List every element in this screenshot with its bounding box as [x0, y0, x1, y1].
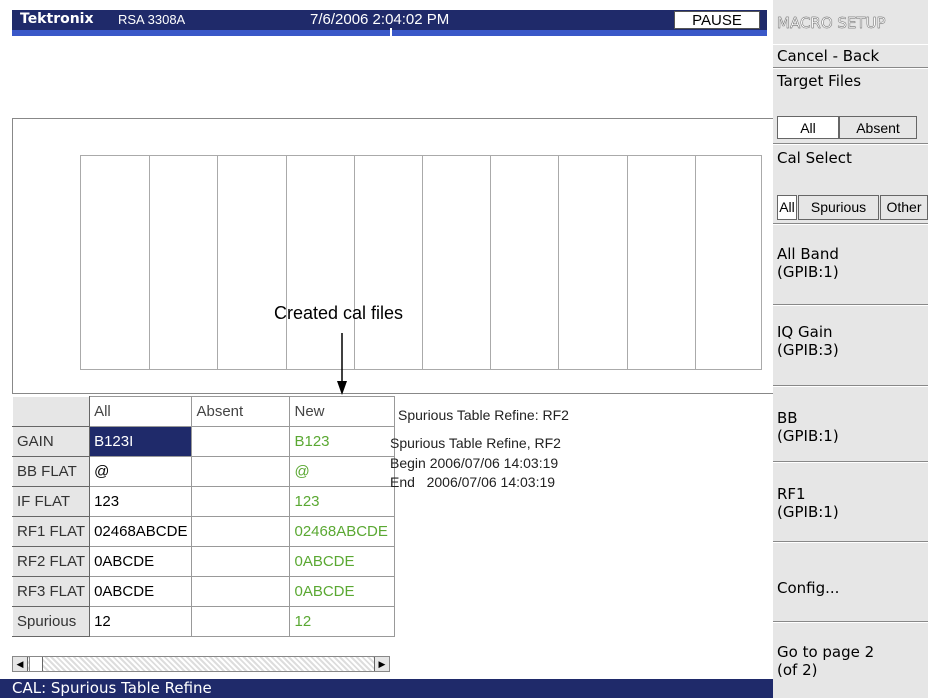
cancel-back-button[interactable]: Cancel - Back — [773, 44, 928, 68]
grid-line — [490, 156, 491, 369]
grid-line — [354, 156, 355, 369]
table-row: RF1 FLAT 02468ABCDE 02468ABCDE — [11, 516, 396, 547]
table-row: Spurious 12 12 — [11, 606, 396, 637]
menu-title-label: MACRO SETUP — [777, 14, 886, 32]
brand-logo: Tektronix — [20, 11, 94, 27]
table-row: IF FLAT 123 123 — [11, 486, 396, 517]
title-bar: Tektronix RSA 3308A 7/6/2006 2:04:02 PM … — [0, 0, 773, 37]
grid-line — [695, 156, 696, 369]
corner-cell — [11, 396, 91, 427]
scroll-thumb[interactable] — [29, 657, 43, 671]
row-label[interactable]: Spurious — [11, 606, 91, 637]
next-page-count: (of 2) — [777, 661, 818, 679]
row-label[interactable]: GAIN — [11, 426, 91, 457]
info-title: Spurious Table Refine: RF2 — [398, 407, 569, 423]
target-absent-option[interactable]: Absent — [839, 116, 917, 139]
info-line: Spurious Table Refine, RF2 — [390, 435, 561, 451]
cell-all[interactable]: @ — [89, 456, 193, 487]
cal-select-control: Cal Select All Spurious Other — [773, 144, 928, 224]
row-label[interactable]: IF FLAT — [11, 486, 91, 517]
info-line: End 2006/07/06 14:03:19 — [390, 474, 556, 490]
instrument-model: RSA 3308A — [118, 12, 186, 27]
row-label[interactable]: RF1 FLAT — [11, 516, 91, 547]
rf1-button[interactable]: RF1 (GPIB:1) — [773, 462, 928, 542]
cell-new[interactable]: @ — [289, 456, 396, 487]
table-row: RF3 FLAT 0ABCDE 0ABCDE — [11, 576, 396, 607]
cell-new[interactable]: 0ABCDE — [289, 546, 396, 577]
triangle-left-icon[interactable]: ◀ — [13, 657, 28, 671]
row-label[interactable]: BB FLAT — [11, 456, 91, 487]
date-time: 7/6/2006 2:04:02 PM — [310, 11, 450, 28]
rf1-gpib: (GPIB:1) — [777, 503, 839, 521]
grid-line — [627, 156, 628, 369]
cell-absent[interactable] — [191, 576, 291, 607]
annotation-label: Created cal files — [274, 303, 404, 323]
grid-line — [149, 156, 150, 369]
cell-all[interactable]: 12 — [89, 606, 193, 637]
cal-all-option[interactable]: All — [777, 195, 797, 220]
cal-select-label: Cal Select — [777, 149, 852, 167]
iq-gain-label: IQ Gain — [777, 323, 833, 341]
title-bar-marker — [390, 28, 392, 37]
cell-new[interactable]: 02468ABCDE — [289, 516, 396, 547]
cell-absent[interactable] — [191, 426, 291, 457]
target-all-option[interactable]: All — [777, 116, 839, 139]
cell-all[interactable]: 123 — [89, 486, 193, 517]
menu-title: MACRO SETUP — [773, 0, 928, 44]
cell-all[interactable]: 0ABCDE — [89, 576, 193, 607]
next-page-button[interactable]: Go to page 2 (of 2) — [773, 622, 928, 698]
cell-all[interactable]: 0ABCDE — [89, 546, 193, 577]
triangle-right-icon[interactable]: ▶ — [374, 657, 389, 671]
target-files-control: Target Files All Absent — [773, 68, 928, 144]
cell-new[interactable]: 12 — [289, 606, 396, 637]
cell-absent[interactable] — [191, 516, 291, 547]
cell-absent[interactable] — [191, 606, 291, 637]
cal-spurious-option[interactable]: Spurious — [798, 195, 879, 220]
graph-grid — [80, 155, 762, 370]
table-row: GAIN B123I B123 — [11, 426, 396, 457]
grid-line — [422, 156, 423, 369]
column-header-absent[interactable]: Absent — [191, 396, 291, 427]
config-button[interactable]: Config... — [773, 542, 928, 622]
cal-file-table: All Absent New GAIN B123I B123 BB FLAT @… — [11, 396, 396, 637]
arrow-down-icon — [337, 333, 347, 395]
row-label[interactable]: RF3 FLAT — [11, 576, 91, 607]
cell-new[interactable]: 0ABCDE — [289, 576, 396, 607]
iq-gain-button[interactable]: IQ Gain (GPIB:3) — [773, 305, 928, 386]
horizontal-scrollbar[interactable]: ◀ ▶ — [12, 656, 390, 672]
row-label[interactable]: RF2 FLAT — [11, 546, 91, 577]
cell-absent[interactable] — [191, 546, 291, 577]
column-header-all[interactable]: All — [89, 396, 193, 427]
target-files-label: Target Files — [777, 72, 862, 90]
cell-all[interactable]: B123I — [89, 426, 193, 457]
pause-indicator[interactable]: PAUSE — [674, 11, 760, 29]
bb-button[interactable]: BB (GPIB:1) — [773, 386, 928, 462]
table-row: RF2 FLAT 0ABCDE 0ABCDE — [11, 546, 396, 577]
bb-gpib: (GPIB:1) — [777, 427, 839, 445]
iq-gain-gpib: (GPIB:3) — [777, 341, 839, 359]
grid-line — [558, 156, 559, 369]
all-band-label: All Band — [777, 245, 839, 263]
cell-new[interactable]: 123 — [289, 486, 396, 517]
status-bar: CAL: Spurious Table Refine — [0, 679, 773, 698]
rf1-label: RF1 — [777, 485, 806, 503]
cell-all[interactable]: 02468ABCDE — [89, 516, 193, 547]
all-band-button[interactable]: All Band (GPIB:1) — [773, 224, 928, 305]
table-header-row: All Absent New — [11, 396, 396, 427]
next-page-label: Go to page 2 — [777, 643, 875, 661]
cell-absent[interactable] — [191, 486, 291, 517]
side-menu: MACRO SETUP Cancel - Back Target Files A… — [773, 0, 928, 698]
cal-other-option[interactable]: Other — [880, 195, 928, 220]
bb-label: BB — [777, 409, 798, 427]
grid-line — [217, 156, 218, 369]
cell-absent[interactable] — [191, 456, 291, 487]
info-line: Begin 2006/07/06 14:03:19 — [390, 455, 559, 471]
grid-line — [286, 156, 287, 369]
cell-new[interactable]: B123 — [289, 426, 396, 457]
all-band-gpib: (GPIB:1) — [777, 263, 839, 281]
table-row: BB FLAT @ @ — [11, 456, 396, 487]
column-header-new[interactable]: New — [289, 396, 396, 427]
